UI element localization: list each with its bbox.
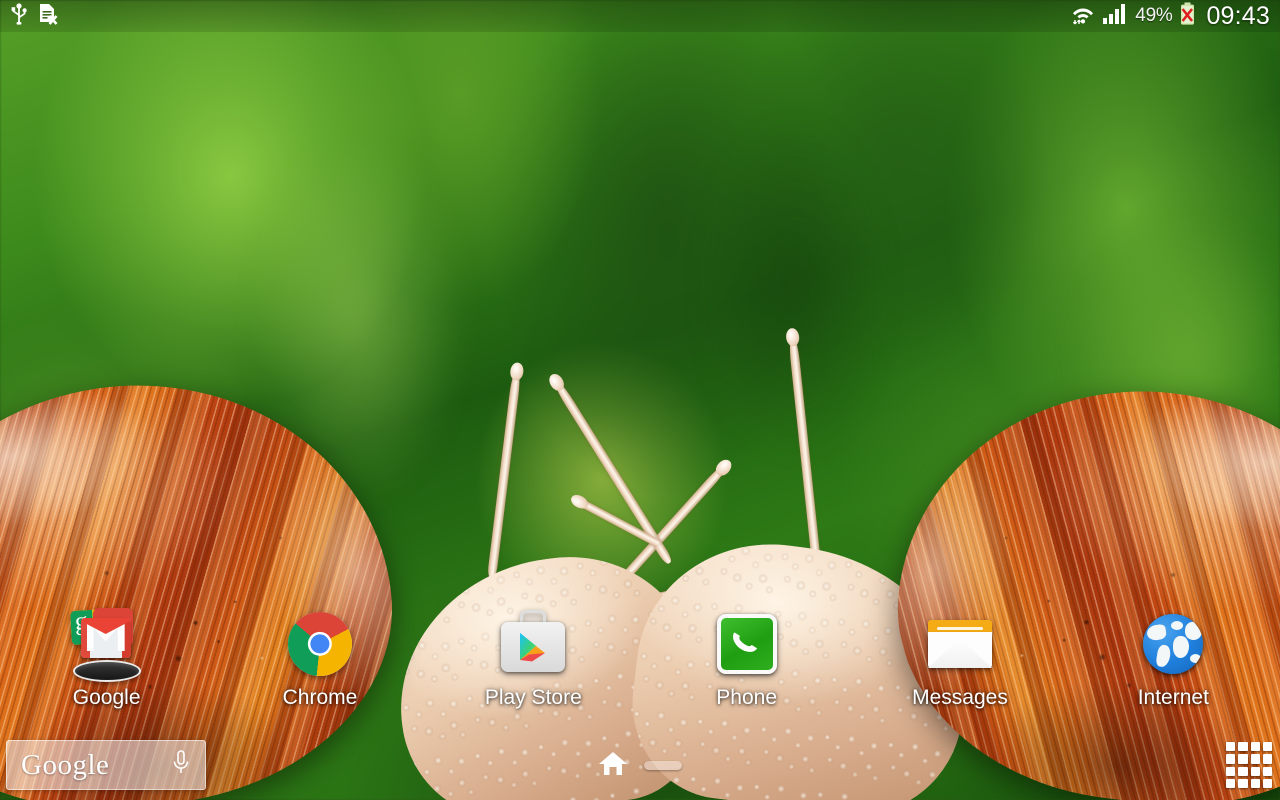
app-label: Google bbox=[72, 686, 141, 709]
folder-tray bbox=[72, 660, 141, 682]
home-icon[interactable] bbox=[598, 749, 628, 782]
status-bar[interactable]: 49% 09:43 bbox=[0, 0, 1280, 32]
home-screen-app-row: Google Chrome bbox=[0, 608, 1280, 720]
sim-card-error-icon bbox=[37, 2, 59, 31]
google-wordmark: Google bbox=[21, 748, 110, 781]
app-shortcut-chrome[interactable]: Chrome bbox=[213, 608, 426, 720]
app-shortcut-messages[interactable]: Messages bbox=[853, 608, 1066, 720]
status-bar-left-icons bbox=[10, 2, 59, 31]
battery-percentage-label: 49% bbox=[1135, 5, 1173, 26]
app-label: Play Store bbox=[484, 686, 582, 709]
app-shortcut-phone[interactable]: Phone bbox=[640, 608, 853, 720]
internet-globe-icon bbox=[1137, 608, 1209, 680]
messages-icon bbox=[924, 608, 996, 680]
page-indicator-pill[interactable] bbox=[644, 760, 682, 770]
snail-left-shell bbox=[0, 359, 411, 800]
battery-error-icon bbox=[1179, 2, 1196, 31]
signal-bars-icon bbox=[1102, 3, 1128, 30]
home-screen: 49% 09:43 g Google Chrome Play Store Pho… bbox=[0, 0, 1280, 800]
app-drawer-grid-icon[interactable] bbox=[1226, 742, 1272, 788]
app-label: Internet bbox=[1137, 686, 1209, 709]
usb-icon bbox=[10, 2, 28, 30]
chrome-icon bbox=[284, 608, 356, 680]
play-store-icon bbox=[497, 608, 569, 680]
google-search-widget[interactable]: Google bbox=[6, 740, 206, 790]
phone-icon bbox=[711, 608, 783, 680]
status-bar-clock: 09:43 bbox=[1206, 1, 1270, 30]
snail-left-upper-tentacle bbox=[487, 369, 522, 579]
app-shortcut-play-store[interactable]: Play Store bbox=[427, 608, 640, 720]
app-label: Chrome bbox=[282, 686, 358, 709]
app-shortcut-internet[interactable]: Internet bbox=[1067, 608, 1280, 720]
wifi-icon bbox=[1071, 2, 1095, 31]
app-label: Phone bbox=[716, 686, 778, 709]
snail-right-upper-tentacle bbox=[787, 334, 821, 565]
microphone-icon[interactable] bbox=[171, 749, 191, 782]
app-label: Messages bbox=[912, 686, 1008, 709]
snail-right-shell bbox=[876, 363, 1280, 800]
gmail-icon bbox=[80, 618, 131, 658]
app-shortcut-google-folder[interactable]: Google bbox=[0, 608, 213, 720]
google-folder-icon bbox=[69, 608, 143, 682]
status-bar-right-icons: 49% 09:43 bbox=[1071, 2, 1270, 31]
